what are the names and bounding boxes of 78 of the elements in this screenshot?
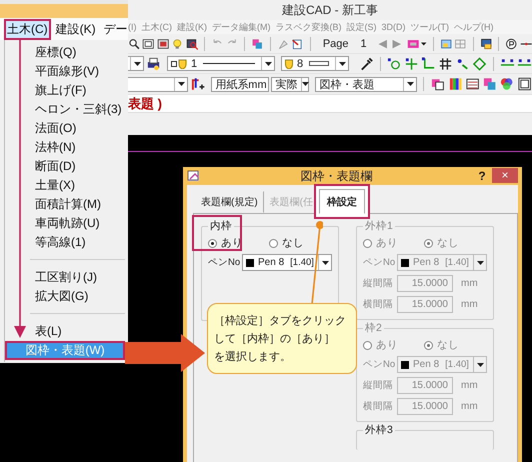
- page-number: 1: [360, 38, 367, 50]
- menu-item[interactable]: 拡大図(G): [5, 287, 125, 306]
- caret-icon: [322, 260, 328, 264]
- caret-icon: [406, 82, 414, 86]
- caret-icon: [338, 62, 346, 66]
- menu-item[interactable]: 土木(C): [4, 18, 51, 40]
- field-label: 縦間隔: [363, 379, 393, 392]
- callout-note: ［枠設定］タブをクリック して［内枠］の［あり］ を選択します。: [207, 303, 357, 374]
- group-title: 外枠3: [363, 423, 395, 437]
- menu-item[interactable]: デー: [100, 18, 128, 40]
- line-type-dropdown[interactable]: 1: [167, 56, 276, 71]
- unit-label: mm: [461, 380, 478, 391]
- field-label: 横間隔: [363, 298, 393, 311]
- grid-hash-icon[interactable]: [438, 56, 453, 72]
- field-label: 横間隔: [363, 400, 393, 413]
- page-label: Page: [322, 38, 349, 50]
- menu-item[interactable]: 等高線(1): [5, 233, 125, 252]
- menu-item[interactable]: 座標(Q): [5, 43, 125, 62]
- menu-item[interactable]: 表(L): [5, 322, 125, 341]
- snap-cross-icon[interactable]: [404, 56, 419, 72]
- snap-circle-icon[interactable]: [386, 56, 402, 72]
- menu-item[interactable]: 面積計算(M): [5, 195, 125, 214]
- caret-icon: [264, 62, 272, 66]
- app-icon: [187, 170, 201, 182]
- list-icon[interactable]: [464, 76, 480, 92]
- color-bars-icon[interactable]: [448, 76, 463, 92]
- menu-item[interactable]: 建設(K): [52, 18, 99, 40]
- window-title: 建設CAD - 新工事: [282, 2, 378, 18]
- scale-dropdown[interactable]: 実際: [271, 76, 310, 92]
- help-button[interactable]: ?: [472, 169, 492, 183]
- close-button[interactable]: ×: [492, 168, 518, 182]
- line-sample-icon: [171, 58, 188, 68]
- unit-label: mm: [461, 401, 478, 412]
- swatch-icon: [401, 258, 409, 266]
- unit-label: mm: [461, 278, 478, 289]
- snap-corner-icon[interactable]: [420, 56, 436, 72]
- units-dropdown[interactable]: 用紙系mm: [211, 76, 270, 92]
- swatch-icon: [246, 258, 254, 266]
- caret-icon: [302, 82, 310, 86]
- palette-icon[interactable]: [499, 76, 515, 92]
- radio-option[interactable]: あり: [208, 236, 243, 250]
- caret-icon: [134, 62, 140, 66]
- drawing-title: 表題 ): [128, 94, 162, 112]
- menu-item[interactable]: 旗上げ(F): [5, 81, 125, 100]
- printer-icon[interactable]: [146, 56, 162, 72]
- field-label: 縦間隔: [363, 277, 393, 290]
- swatch-icon: [401, 360, 409, 368]
- field-label: ペンNo: [208, 256, 238, 269]
- field-label: ペンNo: [363, 358, 393, 371]
- dialog-title: 図枠・表題欄: [300, 168, 374, 184]
- add-layer-icon[interactable]: [190, 76, 206, 92]
- caret-icon: [476, 260, 484, 264]
- field-label: ペンNo: [363, 256, 393, 269]
- line-width-dropdown[interactable]: 8: [281, 56, 350, 71]
- caret-icon: [421, 42, 427, 46]
- group-title: 枠2: [363, 321, 384, 335]
- menu-item[interactable]: 平面線形(V): [5, 62, 125, 81]
- menu-item[interactable]: 土量(X): [5, 176, 125, 195]
- group-title: 内枠: [208, 219, 234, 233]
- menu-item[interactable]: ヘロン・三斜(3): [5, 100, 125, 119]
- menu-item[interactable]: 法面(O): [5, 119, 125, 138]
- radio-option[interactable]: なし: [269, 236, 304, 250]
- group-title: 外枠1: [363, 219, 395, 233]
- overlap-icon[interactable]: [430, 76, 446, 92]
- pen-dropdown[interactable]: Pen 8 [1.40]: [242, 254, 332, 271]
- caret-icon: [178, 82, 184, 86]
- radio-button[interactable]: [269, 238, 278, 248]
- eyedropper-icon[interactable]: [358, 56, 374, 72]
- unit-label: mm: [461, 299, 478, 310]
- frame-icon[interactable]: [516, 76, 532, 92]
- radio-button[interactable]: [208, 238, 217, 248]
- shield-icon: [285, 58, 294, 68]
- menu-item[interactable]: 断面(D): [5, 157, 125, 176]
- caret-icon: [476, 362, 484, 366]
- menu-item[interactable]: 車両軌跡(U): [5, 214, 125, 233]
- layer-dropdown[interactable]: 図枠・表題: [315, 76, 418, 92]
- menu-item[interactable]: 工区割り(J): [5, 268, 125, 287]
- menu-item[interactable]: 法枠(N): [5, 138, 125, 157]
